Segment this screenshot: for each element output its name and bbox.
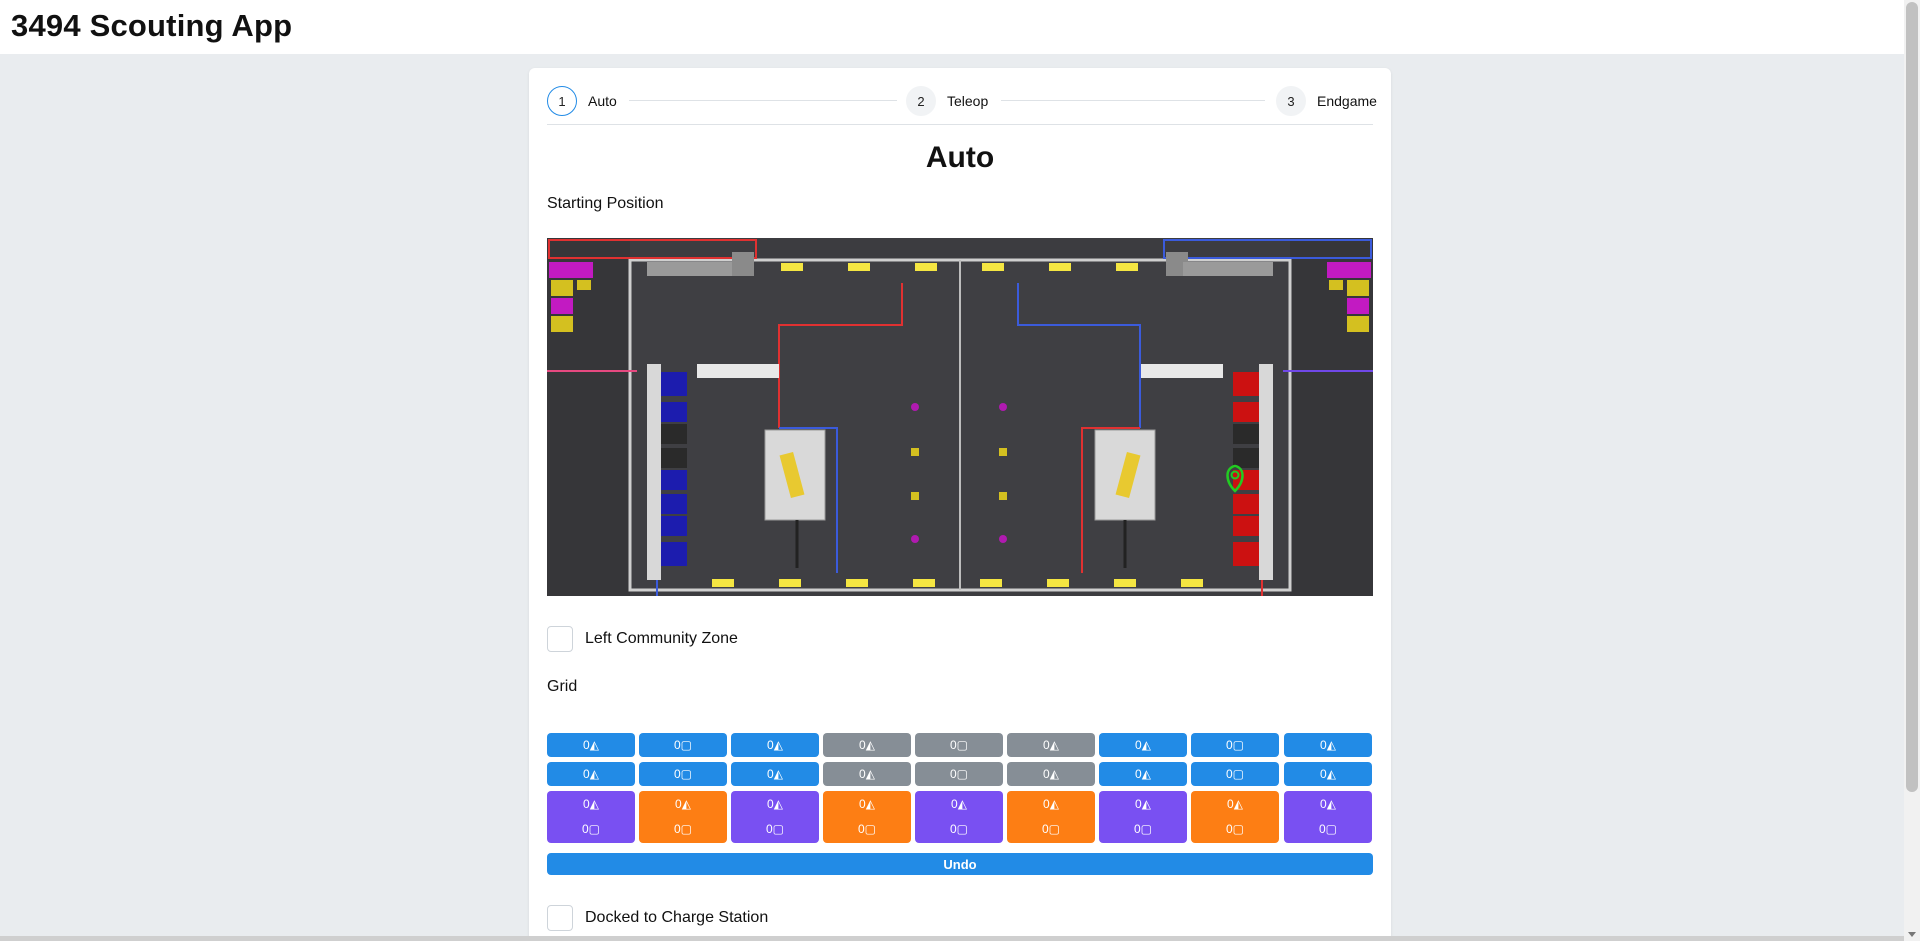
step-endgame[interactable]: 3 Endgame xyxy=(1276,86,1377,116)
hybrid-cell-button[interactable]: 0◭ 0▢ xyxy=(1099,791,1187,843)
grid-cell-button[interactable]: 0◭ xyxy=(547,762,635,786)
undo-button[interactable]: Undo xyxy=(547,853,1373,875)
left-community-checkbox[interactable] xyxy=(547,626,573,652)
docked-row[interactable]: Docked to Charge Station xyxy=(547,905,768,931)
left-community-label: Left Community Zone xyxy=(585,630,738,647)
step-label: Endgame xyxy=(1317,93,1377,109)
grid-cell-button[interactable]: 0◭ xyxy=(1099,733,1187,757)
step-number: 3 xyxy=(1276,86,1306,116)
grid-cell-button[interactable]: 0▢ xyxy=(1191,733,1279,757)
grid-cell-button[interactable]: 0◭ xyxy=(1007,733,1095,757)
vertical-scrollbar[interactable] xyxy=(1904,0,1920,941)
hybrid-cell-button[interactable]: 0◭ 0▢ xyxy=(639,791,727,843)
grid-cell-button[interactable]: 0◭ xyxy=(1284,762,1372,786)
grid-row-high: 0◭ 0▢ 0◭ 0◭ 0▢ 0◭ 0◭ 0▢ 0◭ xyxy=(547,733,1373,757)
grid-cell-button[interactable]: 0▢ xyxy=(915,762,1003,786)
left-community-row[interactable]: Left Community Zone xyxy=(547,626,738,652)
grid-row-hybrid: 0◭ 0▢ 0◭ 0▢ 0◭ 0▢ 0◭ 0▢ 0◭ 0▢ 0◭ 0▢ 0◭ 0▢ 0◭ 0▢ … xyxy=(547,791,1373,843)
hybrid-cell-button[interactable]: 0◭ 0▢ xyxy=(731,791,819,843)
grid-cell-button[interactable]: 0▢ xyxy=(639,733,727,757)
hybrid-cell-button[interactable]: 0◭ 0▢ xyxy=(1007,791,1095,843)
grid-cell-button[interactable]: 0▢ xyxy=(639,762,727,786)
step-number: 2 xyxy=(906,86,936,116)
grid-cell-button[interactable]: 0◭ xyxy=(1099,762,1187,786)
grid-cell-button[interactable]: 0◭ xyxy=(731,733,819,757)
app-title: 3494 Scouting App xyxy=(11,8,293,43)
hybrid-cell-button[interactable]: 0◭ 0▢ xyxy=(1191,791,1279,843)
step-label: Auto xyxy=(588,93,617,109)
grid-label: Grid xyxy=(547,678,578,695)
horizontal-scrollbar[interactable] xyxy=(0,936,1904,941)
step-auto[interactable]: 1 Auto xyxy=(547,86,617,116)
grid-row-mid: 0◭ 0▢ 0◭ 0◭ 0▢ 0◭ 0◭ 0▢ 0◭ xyxy=(547,762,1373,786)
field-map-image xyxy=(547,238,1373,596)
stepper: 1 Auto 2 Teleop 3 Endgame xyxy=(547,86,1377,116)
grid-cell-button[interactable]: 0◭ xyxy=(731,762,819,786)
docked-label: Docked to Charge Station xyxy=(585,909,769,926)
scroll-down-icon[interactable] xyxy=(1908,932,1916,937)
step-connector xyxy=(629,100,897,101)
hybrid-cell-button[interactable]: 0◭ 0▢ xyxy=(547,791,635,843)
grid-cell-button[interactable]: 0◭ xyxy=(823,733,911,757)
scrollbar-thumb[interactable] xyxy=(1906,2,1918,792)
stepper-divider xyxy=(547,124,1373,125)
hybrid-cell-button[interactable]: 0◭ 0▢ xyxy=(823,791,911,843)
section-title: Auto xyxy=(925,141,995,174)
grid-cell-button[interactable]: 0◭ xyxy=(823,762,911,786)
grid-cell-button[interactable]: 0◭ xyxy=(1284,733,1372,757)
starting-position-label: Starting Position xyxy=(547,195,664,212)
grid-cell-button[interactable]: 0◭ xyxy=(547,733,635,757)
hybrid-cell-button[interactable]: 0◭ 0▢ xyxy=(915,791,1003,843)
scoring-grid: 0◭ 0▢ 0◭ 0◭ 0▢ 0◭ 0◭ 0▢ 0◭ 0◭ 0▢ 0◭ 0◭ 0… xyxy=(547,733,1373,848)
step-teleop[interactable]: 2 Teleop xyxy=(906,86,988,116)
docked-checkbox[interactable] xyxy=(547,905,573,931)
grid-cell-button[interactable]: 0▢ xyxy=(1191,762,1279,786)
step-label: Teleop xyxy=(947,93,989,109)
scouting-form-card: 1 Auto 2 Teleop 3 Endgame Auto Starting … xyxy=(529,68,1391,941)
hybrid-cell-button[interactable]: 0◭ 0▢ xyxy=(1284,791,1372,843)
step-connector xyxy=(1001,100,1265,101)
starting-position-field-map[interactable] xyxy=(547,238,1373,596)
grid-cell-button[interactable]: 0▢ xyxy=(915,733,1003,757)
app-header: 3494 Scouting App xyxy=(0,0,1904,54)
grid-cell-button[interactable]: 0◭ xyxy=(1007,762,1095,786)
step-number: 1 xyxy=(547,86,577,116)
